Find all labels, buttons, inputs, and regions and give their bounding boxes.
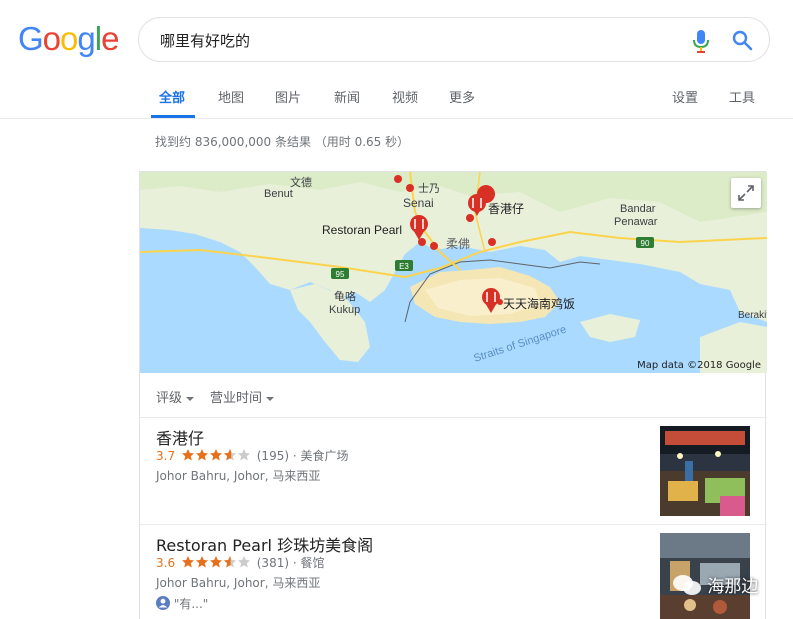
map-attribution: Map data ©2018 Google	[637, 360, 761, 371]
tab-maps[interactable]: 地图	[218, 87, 244, 106]
map-label-hongkong-boy: 香港仔	[488, 202, 524, 216]
local-results-card: 95 E3 90 文德 Benut 士乃 Senai 香港仔 Restoran …	[139, 171, 767, 619]
listing-review-snippet: "有..."	[156, 595, 208, 612]
map[interactable]: 95 E3 90 文德 Benut 士乃 Senai 香港仔 Restoran …	[140, 172, 767, 373]
wechat-icon	[673, 575, 701, 595]
map-label-kukup: Kukup	[329, 304, 360, 316]
route-95-label: 95	[336, 270, 345, 279]
map-label-bandar: Bandar	[620, 203, 656, 215]
tab-news[interactable]: 新闻	[334, 87, 360, 106]
route-e3-label: E3	[399, 262, 409, 271]
expand-icon	[738, 185, 754, 201]
tab-images[interactable]: 图片	[275, 87, 301, 106]
user-avatar-icon	[156, 596, 170, 610]
route-90-label: 90	[641, 239, 650, 248]
map-label-johor: 柔佛	[446, 237, 470, 251]
listing-review-count[interactable]: (381)	[257, 556, 289, 570]
search-tabs: 全部 地图 图片 新闻 视频 更多 设置 工具	[0, 74, 793, 119]
search-input[interactable]: 哪里有好吃的	[160, 30, 250, 51]
star-rating-icon	[181, 449, 250, 461]
listing-address: Johor Bahru, Johor, 马来西亚	[156, 469, 321, 483]
listing-rating-line: 3.6 (381) · 餐馆	[156, 554, 325, 571]
filter-rating-label: 评级	[156, 391, 183, 406]
listing-address: Johor Bahru, Johor, 马来西亚	[156, 576, 321, 590]
listing-category: · 美食广场	[292, 449, 349, 463]
review-snippet-text: "有..."	[173, 597, 209, 611]
listing-rating: 3.6	[156, 556, 176, 570]
map-label-tiantian: 天天海南鸡饭	[503, 296, 575, 311]
map-label-shinai: 士乃	[418, 182, 440, 195]
listing-rating: 3.7	[156, 449, 176, 463]
map-label-benut: Benut	[264, 188, 293, 200]
listing-category: · 餐馆	[292, 556, 325, 570]
tab-videos[interactable]: 视频	[392, 87, 418, 106]
map-label-senai: Senai	[403, 196, 434, 210]
search-results-page: Google 哪里有好吃的 全部 地图 图片 新闻 视频 更多 设置 工具 找到…	[0, 0, 793, 619]
expand-map-button[interactable]	[731, 178, 761, 208]
listing-name[interactable]: 香港仔	[156, 425, 204, 449]
map-label-penawar: Penawar	[614, 216, 658, 228]
search-box[interactable]: 哪里有好吃的	[138, 17, 770, 62]
map-label-berakit: Berakit	[738, 310, 767, 321]
google-logo[interactable]: Google	[18, 22, 119, 55]
watermark-text: 海那边	[707, 577, 759, 597]
listing-rating-line: 3.7 (195) · 美食广场	[156, 447, 349, 464]
filter-bar: 评级 营业时间	[140, 373, 767, 418]
chevron-down-icon	[186, 396, 195, 401]
search-icon[interactable]	[731, 29, 753, 51]
filter-rating[interactable]: 评级	[156, 387, 195, 406]
map-label-wende: 文德	[290, 175, 312, 189]
map-label-kukup-cn: 龟咯	[334, 289, 356, 303]
map-label-restoran-pearl: Restoran Pearl	[322, 223, 402, 237]
active-tab-indicator	[151, 115, 195, 118]
chevron-down-icon	[266, 396, 275, 401]
listing-item[interactable]: 香港仔 3.7 (195) · 美食广场 Johor Bahru, Johor,…	[140, 418, 767, 525]
filter-hours[interactable]: 营业时间	[210, 387, 275, 406]
tab-all[interactable]: 全部	[159, 87, 185, 106]
watermark: 海那边	[672, 572, 758, 597]
listing-name[interactable]: Restoran Pearl 珍珠坊美食阁	[156, 532, 373, 556]
star-rating-icon	[181, 556, 250, 568]
listing-photo[interactable]	[660, 426, 750, 516]
tab-settings[interactable]: 设置	[672, 87, 698, 106]
tab-more[interactable]: 更多	[449, 87, 475, 106]
microphone-icon[interactable]	[691, 28, 711, 54]
tab-tools[interactable]: 工具	[729, 87, 755, 106]
filter-hours-label: 营业时间	[210, 391, 263, 406]
listing-review-count[interactable]: (195)	[257, 449, 289, 463]
result-stats: 找到约 836,000,000 条结果 （用时 0.65 秒）	[155, 135, 410, 149]
